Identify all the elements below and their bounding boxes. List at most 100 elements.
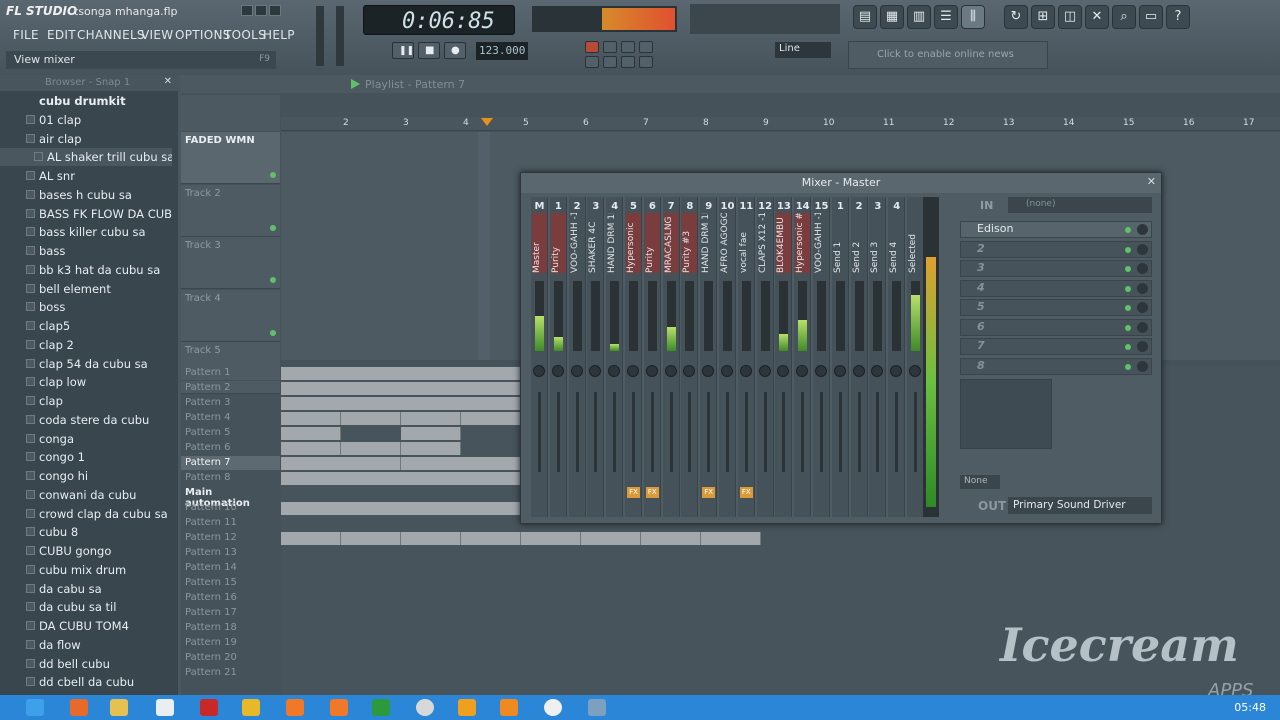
pattern-label[interactable]: Pattern 3 (181, 396, 280, 411)
browser-item[interactable]: conwani da cubu (0, 486, 172, 504)
pan-knob[interactable] (533, 365, 545, 377)
browser-item[interactable]: coda stere da cubu (0, 411, 172, 429)
browser-item[interactable]: dd cbell da cubu (0, 673, 172, 691)
menu-file[interactable]: FILE (10, 27, 42, 43)
browser-item[interactable]: AL shaker trill cubu sa (0, 148, 172, 167)
mixer-strip[interactable]: 4 HAND DRM 1I (606, 197, 624, 517)
pan-knob[interactable] (645, 365, 658, 377)
tool-button-1[interactable] (585, 41, 599, 53)
pattern-label[interactable]: Pattern 13 (181, 546, 280, 561)
pattern-clip[interactable] (281, 472, 521, 485)
media-icon[interactable] (458, 699, 476, 716)
volume-fader[interactable] (726, 392, 729, 472)
pattern-clip[interactable] (341, 532, 401, 545)
pattern-label[interactable]: Pattern 10 (181, 501, 280, 516)
play-pattern-icon[interactable] (351, 79, 360, 89)
firefox-icon[interactable] (70, 699, 88, 716)
pattern-label[interactable]: Pattern 7 (181, 456, 280, 471)
volume-fader[interactable] (895, 392, 899, 472)
pan-knob[interactable] (758, 365, 771, 377)
app-icon-3[interactable] (372, 699, 390, 716)
pause-button[interactable]: ❚❚ (392, 42, 414, 59)
pattern-clip[interactable] (341, 412, 401, 425)
slot-mute-led[interactable] (1125, 324, 1131, 331)
pattern-label[interactable]: Pattern 12 (181, 531, 280, 546)
timeline-ruler[interactable]: 2 3 4 5 6 7 8 9 10 11 12 13 14 15 16 17 (281, 117, 1280, 131)
step-sequencer-icon[interactable]: ▦ (880, 5, 904, 29)
close-icon[interactable]: ✕ (1147, 175, 1156, 188)
mixer-strip[interactable]: M Master (531, 197, 548, 517)
app-icon-2[interactable] (330, 699, 348, 716)
search-icon[interactable]: ⌕ (1112, 5, 1136, 29)
pan-knob[interactable] (909, 365, 921, 377)
track-led[interactable] (270, 224, 276, 231)
pattern-clip[interactable] (281, 367, 521, 380)
slot-mix-knob[interactable] (1137, 360, 1148, 372)
slot-mix-knob[interactable] (1137, 282, 1148, 294)
slot-mix-knob[interactable] (1137, 302, 1148, 313)
browser-item[interactable]: cubu drumkit (0, 92, 172, 110)
volume-fader[interactable] (594, 392, 598, 472)
slot-mute-led[interactable] (1125, 344, 1131, 350)
track-header[interactable]: FADED WMN (181, 132, 280, 184)
browser-item[interactable]: da flow (0, 636, 172, 654)
effect-slot[interactable]: 2 (960, 240, 1152, 258)
menu-channels[interactable]: CHANNELS (74, 27, 148, 43)
window-icon[interactable] (588, 699, 606, 716)
slot-mute-led[interactable] (1125, 266, 1131, 272)
browser-item[interactable]: 01 clap (0, 111, 172, 129)
pattern-clip[interactable] (461, 532, 521, 545)
pan-knob[interactable] (833, 365, 846, 377)
browser-item[interactable]: da cabu sa (0, 580, 172, 598)
volume-fader[interactable] (914, 392, 917, 472)
track-led[interactable] (270, 329, 276, 336)
mixer-strip[interactable]: 15 VOO-GAHH -1 (813, 197, 830, 517)
pattern-label[interactable]: Pattern 20 (181, 651, 280, 666)
slot-mix-knob[interactable] (1137, 321, 1148, 333)
delay-compensation[interactable]: None (960, 475, 1000, 489)
chrome-icon[interactable] (416, 699, 434, 716)
slot-mute-led[interactable] (1125, 227, 1131, 233)
volume-fader[interactable] (688, 392, 692, 472)
notes-icon[interactable]: ▭ (1139, 5, 1163, 29)
menu-view[interactable]: VIEW (138, 27, 176, 43)
mixer-strip[interactable]: 7 MRACASLNG (662, 197, 680, 517)
browser-item[interactable]: bass (0, 242, 172, 260)
online-news-panel[interactable]: Click to enable online news (848, 41, 1048, 69)
pattern-label[interactable]: Pattern 2 (181, 381, 280, 396)
volume-fader[interactable] (801, 392, 805, 472)
pan-knob[interactable] (721, 365, 733, 377)
master-pitch-slider[interactable] (336, 6, 344, 66)
slot-mute-led[interactable] (1125, 285, 1131, 292)
tool-button-7[interactable] (621, 56, 635, 68)
volume-fader[interactable] (613, 392, 617, 472)
minimize-button[interactable] (241, 5, 253, 16)
pan-knob[interactable] (890, 365, 903, 377)
pattern-clip[interactable] (281, 382, 521, 395)
pan-knob[interactable] (664, 365, 677, 377)
tool-button-5[interactable] (585, 56, 599, 68)
browser-item[interactable]: congo 1 (0, 448, 172, 466)
pattern-label[interactable]: Pattern 4 (181, 411, 280, 426)
browser-item[interactable]: bass killer cubu sa (0, 223, 172, 241)
browser-item[interactable]: clap low (0, 373, 172, 391)
playlist-icon[interactable]: ▤ (853, 5, 877, 29)
pattern-label[interactable]: Pattern 14 (181, 561, 280, 576)
pattern-clip[interactable] (701, 532, 761, 545)
stop-button[interactable]: ■ (418, 42, 440, 59)
volume-fader[interactable] (632, 392, 635, 472)
volume-fader[interactable] (707, 392, 711, 472)
pan-knob[interactable] (777, 365, 790, 377)
mixer-strip[interactable]: 14 Hypersonic #2 (794, 197, 812, 517)
slot-mute-led[interactable] (1125, 363, 1131, 370)
volume-fader[interactable] (650, 392, 654, 472)
refresh-icon[interactable]: ↻ (1004, 5, 1028, 29)
volume-fader[interactable] (556, 392, 560, 472)
effect-slot[interactable]: 8 (960, 357, 1152, 375)
effect-slot[interactable]: 7 (960, 338, 1152, 355)
slot-mix-knob[interactable] (1137, 224, 1148, 235)
browser-item[interactable]: congo hi (0, 467, 172, 485)
pattern-clip[interactable] (281, 502, 521, 515)
pan-knob[interactable] (871, 365, 884, 377)
pan-knob[interactable] (852, 365, 865, 377)
